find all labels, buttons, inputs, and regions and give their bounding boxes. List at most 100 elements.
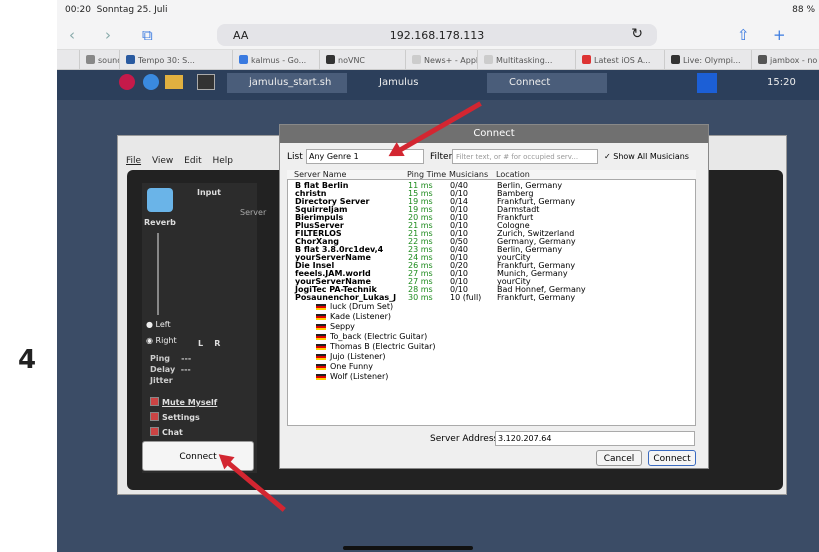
show-all-check-icon: ✓: [604, 152, 611, 161]
server-row[interactable]: FILTERLOS 21 ms 0/10 Zurich, Switzerland: [288, 230, 695, 238]
server-row[interactable]: PlusServer 21 ms 0/10 Cologne: [288, 222, 695, 230]
filter-label: Filter: [430, 152, 453, 162]
server-cell: 10 (full): [450, 293, 482, 302]
right-radio[interactable]: ◉ Right: [146, 336, 177, 345]
ping-value: ---: [181, 354, 192, 363]
filter-input[interactable]: Filter text, or # for occupied serv...: [452, 149, 598, 164]
tab-favicon-icon: [86, 55, 95, 64]
list-select[interactable]: Any Genre 1: [306, 149, 424, 164]
flag-icon: [316, 374, 326, 380]
browser-tab[interactable]: sound,: [79, 50, 119, 70]
flag-icon: [316, 324, 326, 330]
folder-icon[interactable]: [165, 75, 183, 89]
menu-edit[interactable]: Edit: [184, 156, 201, 166]
status-date: Sonntag 25. Juli: [96, 5, 168, 15]
show-all-checkbox[interactable]: ✓ Show All Musicians: [604, 152, 689, 161]
list-header: Server Name Ping Time Musicians Location: [287, 170, 696, 179]
desktop-panel: jamulus_start.sh Jamulus Connect 15:20: [57, 70, 819, 100]
taskbar-connect[interactable]: Connect: [487, 73, 607, 93]
tab-label: kalmus - Go...: [251, 56, 307, 65]
input-label: Input: [197, 188, 221, 197]
musician-name: Wolf (Listener): [330, 372, 389, 381]
back-icon[interactable]: ‹: [69, 26, 75, 44]
reload-icon[interactable]: ↻: [631, 26, 643, 42]
home-indicator: [343, 546, 473, 550]
reverb-label: Reverb: [144, 218, 176, 227]
connect-button-dialog[interactable]: Connect: [648, 450, 696, 466]
browser-tab[interactable]: Live: Olympi...: [664, 50, 751, 70]
browser-tab[interactable]: kalmus - Go...: [232, 50, 319, 70]
server-row[interactable]: B flat Berlin 11 ms 0/40 Berlin, Germany: [288, 182, 695, 190]
musician-name: One Funny: [330, 362, 373, 371]
taskbar-terminal[interactable]: jamulus_start.sh: [227, 73, 347, 93]
reverb-slider[interactable]: [157, 233, 159, 315]
tab-label: Latest iOS A...: [594, 56, 651, 65]
server-row[interactable]: Posaunenchor_Lukas_J 30 ms 10 (full) Frankf…: [288, 293, 695, 302]
tab-label: Tempo 30: S...: [138, 56, 195, 65]
taskbar-jamulus[interactable]: Jamulus: [357, 73, 477, 93]
left-radio[interactable]: ● Left: [146, 320, 171, 329]
column-header[interactable]: Ping Time: [407, 170, 446, 179]
settings-led-icon: [150, 412, 159, 421]
tab-favicon-icon: [671, 55, 680, 64]
step-number: 4: [18, 345, 37, 375]
menu-file[interactable]: File: [126, 156, 141, 166]
server-row[interactable]: yourServerName 24 ms 0/10 yourCity: [288, 254, 695, 262]
browser-tab[interactable]: Latest iOS A...: [575, 50, 664, 70]
column-header[interactable]: Location: [496, 170, 530, 179]
server-cell: Posaunenchor_Lukas_J: [295, 293, 397, 302]
column-header[interactable]: Musicians: [449, 170, 488, 179]
tab-label: News+ - Apple: [424, 56, 477, 65]
flag-icon: [316, 364, 326, 370]
server-address-input[interactable]: 3.120.207.64: [495, 431, 695, 446]
tab-label: sound,: [98, 56, 119, 65]
address-bar[interactable]: AA 192.168.178.113 ↻: [217, 24, 657, 46]
flag-icon: [316, 304, 326, 310]
chat-button[interactable]: Chat: [150, 425, 217, 440]
server-address-label: Server Address: [430, 434, 499, 444]
jamulus-logo-icon: [147, 188, 173, 212]
url-text: 192.168.178.113: [389, 29, 485, 42]
right-label: Right: [155, 336, 177, 345]
browser-tab[interactable]: jambox - no: [751, 50, 819, 70]
vnc-icon[interactable]: [697, 73, 717, 93]
browser-tab[interactable]: noVNC: [319, 50, 405, 70]
delay-value: ---: [180, 365, 191, 374]
bookmarks-icon[interactable]: ⧉: [142, 26, 153, 44]
server-cell: 30 ms: [408, 293, 433, 302]
tab-favicon-icon: [758, 55, 767, 64]
cancel-button[interactable]: Cancel: [596, 450, 642, 466]
browser-tab[interactable]: Tempo 30: S...: [119, 50, 232, 70]
forward-icon[interactable]: ›: [105, 26, 111, 44]
flag-icon: [316, 354, 326, 360]
raspberry-icon[interactable]: [119, 74, 135, 90]
tab-label: Multitasking...: [496, 56, 553, 65]
server-row[interactable]: Squirreljam 19 ms 0/10 Darmstadt: [288, 206, 695, 214]
server-label: Server: [240, 208, 267, 217]
tab-favicon-icon: [582, 55, 591, 64]
server-row[interactable]: Bierimpuls 20 ms 0/10 Frankfurt: [288, 214, 695, 222]
settings-label: Settings: [162, 413, 200, 422]
menu-view[interactable]: View: [152, 156, 173, 166]
musician-name: Seppy: [330, 322, 355, 331]
tab-bar: sound, Tempo 30: S... kalmus - Go... noVNC N…: [57, 50, 819, 70]
settings-button[interactable]: Settings: [150, 410, 217, 425]
server-row[interactable]: Directory Server 19 ms 0/14 Frankfurt, Germ…: [288, 198, 695, 206]
globe-icon[interactable]: [143, 74, 159, 90]
battery-text: 88 %: [792, 5, 815, 15]
mute-myself-toggle[interactable]: Mute Myself: [150, 395, 217, 410]
l-label: L: [198, 339, 204, 348]
new-tab-icon[interactable]: +: [773, 26, 786, 44]
mute-label: Mute Myself: [162, 398, 218, 407]
mute-led-icon: [150, 397, 159, 406]
server-cell: Frankfurt, Germany: [497, 293, 576, 302]
tab-favicon-icon: [326, 55, 335, 64]
terminal-icon[interactable]: [197, 74, 215, 90]
share-icon[interactable]: ⇧: [737, 26, 750, 44]
menu-help[interactable]: Help: [212, 156, 233, 166]
show-all-label: Show All Musicians: [613, 152, 689, 161]
browser-tab[interactable]: News+ - Apple: [405, 50, 477, 70]
browser-tab[interactable]: Multitasking...: [477, 50, 575, 70]
column-header[interactable]: Server Name: [294, 170, 346, 179]
musician-name: Thomas B (Electric Guitar): [330, 342, 436, 351]
